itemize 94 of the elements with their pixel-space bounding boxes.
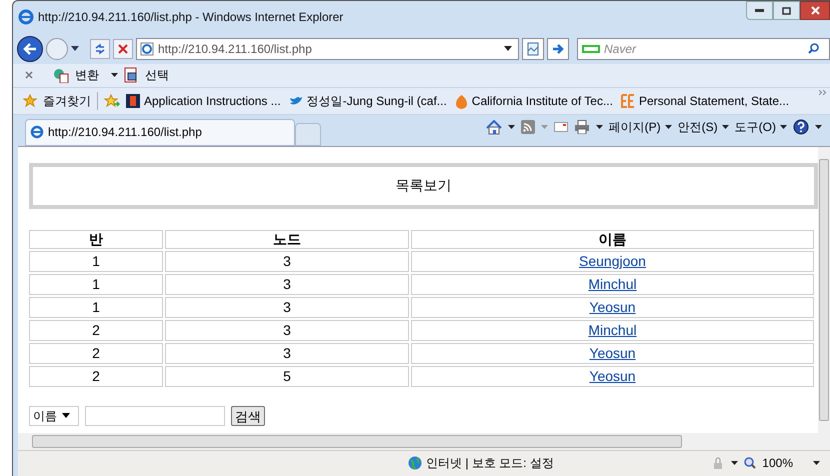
toolbar-button[interactable]: 변환 — [75, 66, 99, 84]
favorite-link[interactable]: 정성일-Jung Sung-il (caf... — [306, 92, 447, 110]
minimize-icon — [755, 9, 764, 12]
dropdown-arrow-icon[interactable] — [815, 125, 822, 130]
dropdown-arrow-icon[interactable] — [664, 125, 672, 130]
name-link[interactable]: Yeosun — [589, 344, 636, 361]
table-cell: 3 — [165, 342, 409, 364]
name-link[interactable]: Yeosun — [589, 298, 636, 315]
search-button[interactable]: 검색 — [231, 406, 265, 426]
dropdown-arrow-icon[interactable] — [731, 461, 738, 466]
maximize-icon — [782, 6, 791, 14]
table-cell: 5 — [165, 366, 409, 387]
star-icon — [23, 94, 37, 108]
search-field[interactable]: Naver — [577, 38, 830, 60]
globe-document-icon — [53, 68, 69, 83]
back-arrow-icon — [23, 42, 37, 55]
column-header: 반 — [29, 230, 163, 249]
vertical-scrollbar[interactable] — [818, 146, 830, 433]
minimize-button[interactable] — [746, 1, 773, 20]
compatibility-button[interactable] — [522, 38, 544, 60]
close-icon — [810, 6, 820, 15]
dropdown-arrow-icon[interactable] — [508, 125, 515, 130]
favorite-link[interactable]: Application Instructions ... — [144, 92, 281, 110]
stop-icon — [118, 44, 128, 54]
browser-logo-icon — [18, 9, 34, 26]
table-cell: 2 — [29, 366, 163, 387]
column-header: 이름 — [411, 230, 814, 249]
table-cell: 3 — [165, 274, 409, 295]
dropdown-arrow-icon — [62, 413, 70, 418]
table-cell: 1 — [29, 250, 163, 272]
page-icon — [140, 42, 154, 56]
name-link[interactable]: Minchul — [588, 322, 637, 338]
menu-button[interactable]: 도구(O) — [734, 118, 776, 136]
favorite-link[interactable]: Personal Statement, State... — [638, 92, 790, 110]
globe-icon — [408, 456, 422, 470]
dropdown-arrow-icon[interactable] — [813, 461, 820, 466]
dropdown-arrow-icon[interactable] — [71, 46, 79, 52]
close-button[interactable] — [800, 1, 830, 20]
page-heading: 목록보기 — [29, 162, 818, 209]
search-icon[interactable] — [808, 43, 819, 54]
page-logo-icon — [30, 125, 44, 140]
address-text: http://210.94.211.160/list.php — [158, 40, 312, 58]
close-icon[interactable] — [25, 71, 33, 80]
feed-icon[interactable] — [520, 120, 535, 134]
name-link[interactable]: Minchul — [588, 276, 637, 292]
table-cell: 1 — [29, 296, 163, 318]
column-header: 노드 — [165, 230, 409, 249]
printer-icon[interactable] — [574, 120, 590, 134]
table-cell: 3 — [165, 320, 409, 341]
zoom-icon — [744, 457, 756, 470]
search-provider-icon — [582, 44, 600, 53]
security-zone-text: 인터넷 | 보호 모드: 설정 — [426, 455, 554, 472]
dropdown-arrow-icon[interactable] — [111, 73, 118, 78]
name-link[interactable]: Yeosun — [589, 368, 636, 384]
help-icon[interactable] — [793, 119, 809, 136]
dropdown-arrow-icon[interactable] — [780, 125, 787, 130]
arrow-icon — [552, 44, 564, 54]
dropdown-arrow-icon[interactable] — [596, 125, 603, 130]
mail-icon[interactable] — [554, 122, 568, 132]
add-favorite-icon[interactable] — [104, 94, 120, 108]
table-cell: 2 — [29, 342, 163, 364]
window-title: http://210.94.211.160/list.php - Windows Internet Explorer — [38, 9, 344, 26]
toolbar-button[interactable]: 선택 — [145, 66, 169, 84]
torn-page-icon — [527, 42, 539, 56]
site-logo-icon — [126, 94, 140, 108]
field-select[interactable]: 이름 — [29, 406, 79, 426]
zoom-level[interactable]: 100% — [762, 454, 793, 472]
favorites-button[interactable]: 즐겨찾기 — [43, 92, 91, 110]
browser-tab[interactable]: http://210.94.211.160/list.php — [25, 118, 295, 146]
more-chevron-icon[interactable] — [819, 90, 826, 96]
bird-icon — [288, 95, 303, 108]
stop-button[interactable] — [113, 38, 133, 59]
horizontal-scrollbar[interactable] — [18, 432, 830, 450]
table-cell: 3 — [165, 296, 409, 318]
maximize-button[interactable] — [773, 1, 800, 20]
dropdown-arrow-icon[interactable] — [722, 125, 729, 130]
refresh-button[interactable] — [90, 38, 110, 59]
address-field[interactable]: http://210.94.211.160/list.php — [136, 38, 519, 60]
search-input[interactable]: Naver — [604, 40, 804, 58]
refresh-icon — [94, 42, 106, 55]
table-cell: 1 — [29, 274, 163, 295]
table-cell: 2 — [29, 320, 163, 341]
table-cell: 3 — [165, 250, 409, 272]
menu-button[interactable]: 페이지(P) — [608, 118, 661, 136]
favorite-link[interactable]: California Institute of Tec... — [472, 92, 613, 110]
back-button[interactable] — [17, 36, 43, 62]
menu-button[interactable]: 안전(S) — [678, 118, 718, 136]
search-input[interactable] — [85, 406, 225, 426]
go-button[interactable] — [547, 38, 569, 60]
home-icon[interactable] — [486, 120, 502, 135]
dropdown-arrow-icon[interactable] — [504, 46, 512, 52]
ee-logo-icon — [620, 94, 635, 108]
document-select-icon — [124, 67, 139, 84]
name-link[interactable]: Seungjoon — [579, 252, 646, 269]
